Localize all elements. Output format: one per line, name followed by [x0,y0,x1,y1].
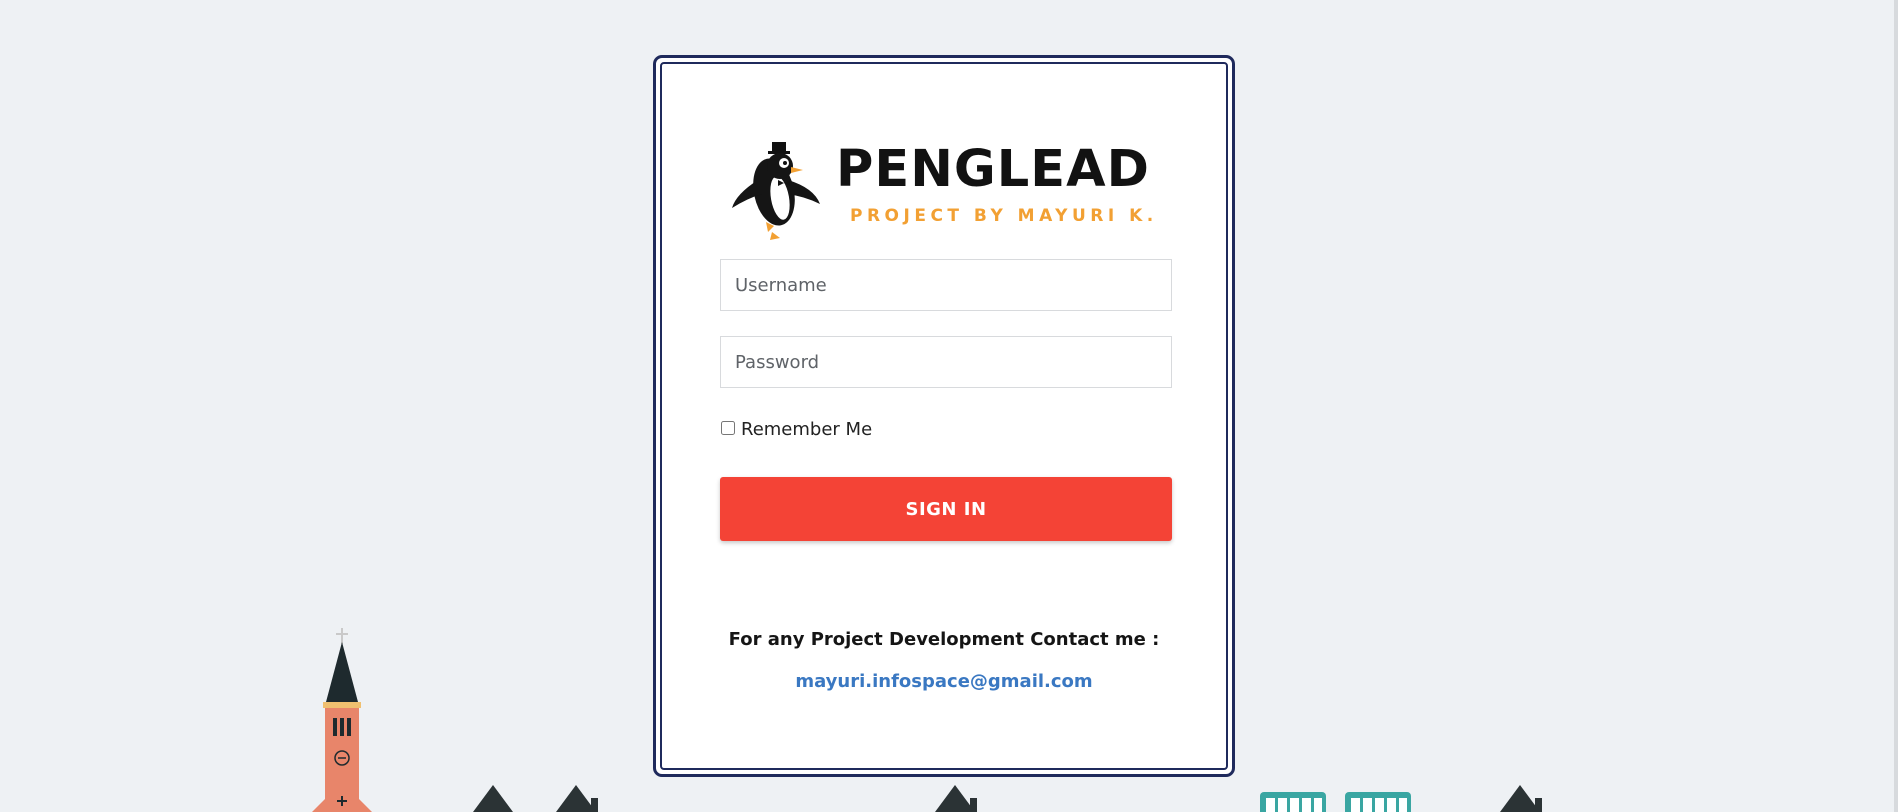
remember-me-label: Remember Me [741,419,873,440]
brand-name: PENGLEAD [836,140,1150,199]
remember-me[interactable]: Remember Me [721,419,872,440]
church-tower-icon [312,628,372,812]
contact-text: For any Project Development Contact me : [728,629,1160,650]
sign-in-button[interactable]: SIGN IN [720,477,1172,541]
login-page: PENGLEAD PROJECT BY MAYURI K. Remember M… [0,0,1898,812]
penguin-icon [732,142,820,240]
username-input[interactable] [720,259,1172,311]
password-input[interactable] [720,336,1172,388]
contact-email-link[interactable]: mayuri.infospace@gmail.com [662,671,1226,692]
tram-icon [1260,792,1411,812]
scrollbar[interactable] [1894,0,1898,812]
roof-shapes [473,785,1542,812]
brand-logo: PENGLEAD PROJECT BY MAYURI K. [728,136,1178,246]
remember-me-checkbox[interactable] [721,420,735,435]
login-card-inner: PENGLEAD PROJECT BY MAYURI K. Remember M… [660,62,1228,770]
brand-tagline: PROJECT BY MAYURI K. [850,206,1158,226]
login-card: PENGLEAD PROJECT BY MAYURI K. Remember M… [653,55,1235,777]
